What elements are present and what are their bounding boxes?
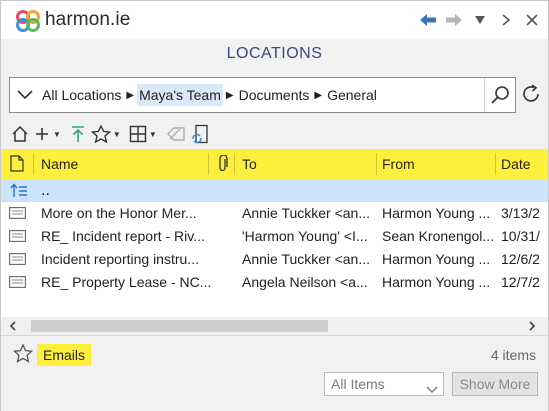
breadcrumb-item-all-locations[interactable]: All Locations xyxy=(40,84,123,106)
scroll-right-icon[interactable] xyxy=(522,317,542,335)
home-icon[interactable] xyxy=(11,122,29,146)
star-icon[interactable] xyxy=(90,122,111,146)
column-separator xyxy=(234,153,235,175)
table-row[interactable]: Incident reporting instru... Annie Tuckk… xyxy=(1,248,548,271)
upload-icon[interactable] xyxy=(69,122,87,146)
table-header: Name To From Date xyxy=(1,149,548,179)
locations-pane: harmon.ie LOCATIONS All Locations ▶ Maya… xyxy=(0,0,549,411)
email-icon xyxy=(9,276,26,288)
cell-name: Incident reporting instru... xyxy=(41,251,199,267)
top-nav xyxy=(418,9,542,31)
cell-from: Harmon Young ... xyxy=(382,205,491,221)
table-row[interactable]: RE_ Incident report - Riv... 'Harmon You… xyxy=(1,225,548,248)
breadcrumb-item-team[interactable]: Maya's Team xyxy=(137,84,223,106)
add-icon[interactable] xyxy=(33,122,51,146)
cell-name: RE_ Property Lease - NC... xyxy=(41,274,211,290)
dropdown-triangle-icon[interactable] xyxy=(470,10,490,30)
breadcrumb-row: All Locations ▶ Maya's Team ▶ Documents … xyxy=(1,69,548,119)
back-arrow-icon[interactable] xyxy=(418,10,438,30)
cell-date: 3/13/2 xyxy=(501,205,540,221)
refresh-icon[interactable] xyxy=(517,79,545,109)
cell-from: Harmon Young ... xyxy=(382,274,491,290)
breadcrumb-separator-icon: ▶ xyxy=(314,89,323,101)
filter-select[interactable]: All Items xyxy=(324,372,444,396)
harmonie-logo-icon xyxy=(16,10,40,32)
horizontal-scrollbar[interactable] xyxy=(1,317,548,335)
view-dropdown-icon[interactable]: ▼ xyxy=(149,130,157,139)
breadcrumb-separator-icon: ▶ xyxy=(126,89,135,101)
cell-to: 'Harmon Young' <I... xyxy=(242,228,368,244)
star-dropdown-icon[interactable]: ▼ xyxy=(113,130,121,139)
close-icon[interactable] xyxy=(522,10,542,30)
column-header-name[interactable]: Name xyxy=(41,149,201,179)
cell-date: 12/7/2 xyxy=(501,274,540,290)
app-brand: harmon.ie xyxy=(45,9,131,30)
column-header-to[interactable]: To xyxy=(242,149,372,179)
show-more-button[interactable]: Show More xyxy=(452,372,538,396)
favorites-footer: Emails 4 items All Items Show More xyxy=(1,335,548,411)
table-row[interactable]: RE_ Property Lease - NC... Angela Neilso… xyxy=(1,271,548,294)
chevron-down-icon[interactable] xyxy=(10,90,40,100)
cell-from: Harmon Young ... xyxy=(382,251,491,267)
column-header-from[interactable]: From xyxy=(382,149,492,179)
favorite-label[interactable]: Emails xyxy=(37,344,92,366)
document-type-icon[interactable] xyxy=(10,155,24,175)
table-row[interactable]: More on the Honor Mer... Annie Tuckker <… xyxy=(1,202,548,225)
column-header-date[interactable]: Date xyxy=(501,149,548,179)
email-icon xyxy=(9,207,26,219)
breadcrumb-item-general[interactable]: General xyxy=(325,84,379,106)
column-separator xyxy=(33,153,34,175)
cell-date: 12/6/2 xyxy=(501,251,540,267)
cell-name: RE_ Incident report - Riv... xyxy=(41,228,205,244)
forward-arrow-icon[interactable] xyxy=(444,10,464,30)
chevron-right-icon[interactable] xyxy=(496,10,516,30)
breadcrumb-item-documents[interactable]: Documents xyxy=(237,84,312,106)
column-separator xyxy=(495,153,496,175)
tag-icon[interactable] xyxy=(165,122,187,146)
item-count: 4 items xyxy=(490,347,536,363)
cell-name: More on the Honor Mer... xyxy=(41,205,197,221)
attachment-icon[interactable] xyxy=(217,154,229,176)
parent-folder-label: .. xyxy=(41,182,50,199)
app-topbar: harmon.ie xyxy=(1,1,548,39)
cell-date: 10/31/ xyxy=(501,228,540,244)
search-icon[interactable] xyxy=(484,78,515,112)
pane-header: LOCATIONS xyxy=(1,39,548,69)
sync-document-icon[interactable] xyxy=(191,122,211,146)
email-icon xyxy=(9,230,26,242)
cell-to: Annie Tuckker <an... xyxy=(242,251,371,267)
column-separator xyxy=(208,153,209,175)
scroll-left-icon[interactable] xyxy=(3,317,23,335)
favorite-star-icon[interactable] xyxy=(12,343,34,368)
cell-to: Annie Tuckker <an... xyxy=(242,205,371,221)
add-dropdown-icon[interactable]: ▼ xyxy=(53,130,61,139)
cell-from: Sean Kronengol... xyxy=(382,228,495,244)
scrollbar-thumb[interactable] xyxy=(31,320,328,332)
up-level-icon xyxy=(10,183,28,203)
breadcrumb: All Locations ▶ Maya's Team ▶ Documents … xyxy=(9,77,516,113)
email-icon xyxy=(9,253,26,265)
parent-folder-row[interactable]: .. xyxy=(1,179,548,202)
breadcrumb-separator-icon: ▶ xyxy=(225,89,234,101)
column-separator xyxy=(376,153,377,175)
toolbar: ▼ ▼ ▼ xyxy=(1,119,548,149)
pane-title: LOCATIONS xyxy=(226,45,323,62)
chevron-down-icon xyxy=(426,381,438,397)
view-grid-icon[interactable] xyxy=(129,122,147,146)
cell-to: Angela Neilson <a... xyxy=(242,274,368,290)
filter-select-value: All Items xyxy=(331,376,385,392)
